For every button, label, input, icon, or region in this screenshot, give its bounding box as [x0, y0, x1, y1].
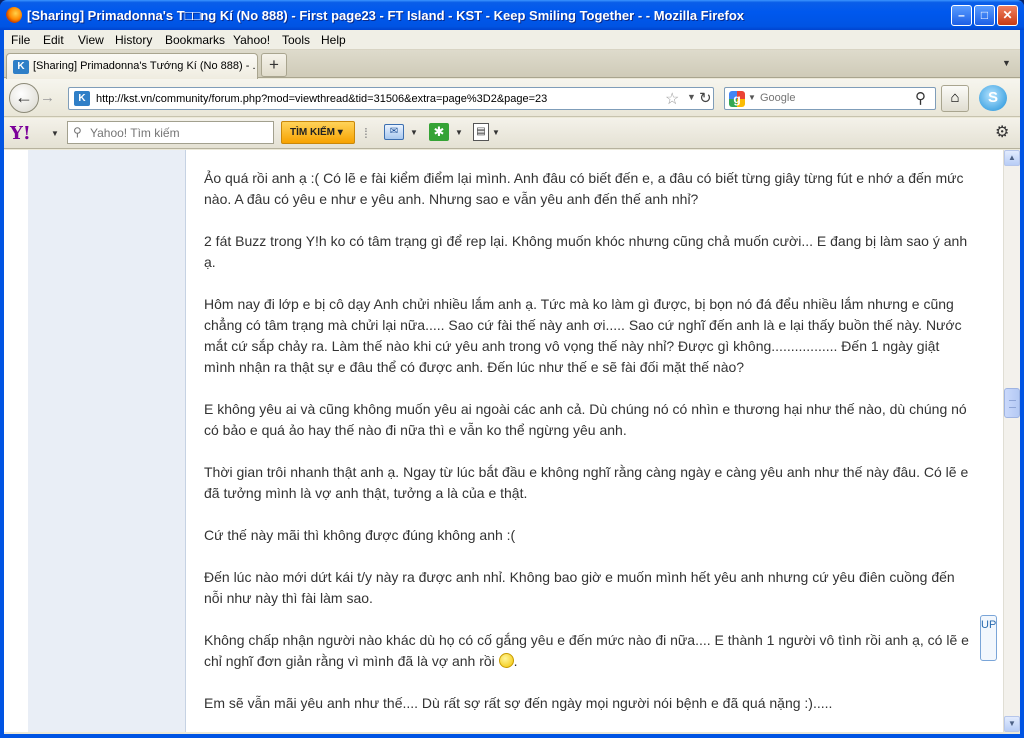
- new-tab-button[interactable]: +: [261, 53, 287, 77]
- mail-icon[interactable]: ✉: [384, 124, 404, 140]
- yahoo-logo[interactable]: Y!: [10, 123, 31, 144]
- maximize-button[interactable]: □: [974, 5, 995, 26]
- firefox-icon: [6, 7, 22, 23]
- minimize-button[interactable]: –: [951, 5, 972, 26]
- menu-history[interactable]: History: [115, 33, 152, 47]
- reload-icon[interactable]: ↻: [699, 89, 715, 107]
- smiley-icon: [498, 653, 514, 668]
- menu-help[interactable]: Help: [321, 33, 346, 47]
- url-history-dropdown-icon[interactable]: ▼: [687, 92, 696, 102]
- yahoo-search-button-label: TÌM KIẾM: [290, 127, 335, 138]
- menu-bookmarks[interactable]: Bookmarks: [165, 33, 225, 47]
- yahoo-menu-dropdown-icon[interactable]: ▼: [51, 129, 59, 138]
- scroll-up-arrow-icon[interactable]: ▲: [1004, 150, 1020, 166]
- scroll-to-top-button[interactable]: UP: [980, 615, 997, 661]
- search-icon: ⚲: [73, 125, 82, 139]
- window-title: [Sharing] Primadonna's T□□ng Kí (No 888)…: [27, 8, 745, 23]
- browser-window: [Sharing] Primadonna's T□□ng Kí (No 888)…: [0, 0, 1024, 738]
- title-bar: [Sharing] Primadonna's T□□ng Kí (No 888)…: [0, 0, 1024, 30]
- scrollbar-thumb[interactable]: [1004, 388, 1020, 418]
- post-paragraph: Cứ thế này mãi thì không được đúng không…: [204, 527, 516, 543]
- mail-dropdown-icon[interactable]: ▼: [410, 128, 418, 137]
- web-search-box[interactable]: g ▼ ⚲: [724, 87, 936, 110]
- skype-icon[interactable]: S: [979, 85, 1007, 111]
- post-paragraph: Em sẽ vẫn mãi yêu anh như thế.... Dù rất…: [204, 695, 833, 711]
- apps-icon[interactable]: ✱: [429, 123, 449, 141]
- scroll-down-arrow-icon[interactable]: ▼: [1004, 716, 1020, 732]
- post-paragraph-end: .: [513, 653, 518, 669]
- url-bar[interactable]: K ☆ ▼ ↻: [68, 87, 714, 110]
- forward-button[interactable]: →: [40, 89, 62, 107]
- close-button[interactable]: ✕: [997, 5, 1018, 26]
- post-paragraph: Đến lúc nào mới dứt kái t/y này ra được …: [204, 569, 955, 606]
- browser-frame: File Edit View History Bookmarks Yahoo! …: [4, 30, 1020, 734]
- google-engine-icon[interactable]: g: [729, 91, 745, 107]
- navigation-bar: ← → K ☆ ▼ ↻ g ▼ ⚲ ⌂ S: [4, 79, 1020, 117]
- bookmark-star-icon[interactable]: ☆: [665, 89, 679, 109]
- post-paragraph-text: Không chấp nhận người nào khác dù họ có …: [204, 632, 969, 669]
- post-body: Ảo quá rồi anh ạ :( Có lẽ e fài kiểm điể…: [204, 168, 974, 735]
- kst-favicon: K: [13, 60, 29, 74]
- site-favicon: K: [74, 91, 90, 106]
- gear-icon[interactable]: ⚙: [995, 122, 1009, 142]
- vertical-scrollbar[interactable]: ▲ ▼: [1003, 150, 1020, 732]
- apps-dropdown-icon[interactable]: ▼: [455, 128, 463, 137]
- post-paragraph-with-smiley: Không chấp nhận người nào khác dù họ có …: [204, 630, 974, 672]
- tab-active[interactable]: K [Sharing] Primadonna's Tướng Kí (No 88…: [6, 53, 258, 79]
- yahoo-search-button[interactable]: TÌM KIẾM ▾: [281, 121, 355, 144]
- tab-list-chevron-icon[interactable]: ▼: [1002, 58, 1011, 68]
- menu-yahoo[interactable]: Yahoo!: [233, 33, 270, 47]
- yahoo-search-box[interactable]: ⚲: [67, 121, 274, 144]
- post-paragraph: Hôm nay đi lớp e bị cô dạy Anh chửi nhiề…: [204, 296, 962, 375]
- document-icon[interactable]: ▤: [473, 123, 489, 141]
- post-author-column: [28, 150, 186, 732]
- post-paragraph: Ảo quá rồi anh ạ :( Có lẽ e fài kiểm điể…: [204, 170, 964, 207]
- post-paragraph: Thời gian trôi nhanh thật anh ạ. Ngay từ…: [204, 464, 969, 501]
- tab-label: [Sharing] Primadonna's Tướng Kí (No 888)…: [33, 60, 255, 72]
- post-paragraph: 2 fát Buzz trong Y!h ko có tâm trạng gì …: [204, 233, 968, 270]
- menu-view[interactable]: View: [78, 33, 104, 47]
- menu-edit[interactable]: Edit: [43, 33, 64, 47]
- engine-dropdown-icon[interactable]: ▼: [748, 93, 756, 102]
- post-paragraph: E không yêu ai và cũng không muốn yêu ai…: [204, 401, 967, 438]
- menu-tools[interactable]: Tools: [282, 33, 310, 47]
- tab-strip: K [Sharing] Primadonna's Tướng Kí (No 88…: [4, 50, 1020, 79]
- yahoo-search-input[interactable]: [90, 126, 270, 140]
- document-dropdown-icon[interactable]: ▼: [492, 128, 500, 137]
- page-content: Ảo quá rồi anh ạ :( Có lẽ e fài kiểm điể…: [4, 150, 1020, 732]
- toolbar-grip-icon: ⁞: [364, 125, 368, 141]
- home-button[interactable]: ⌂: [941, 85, 969, 112]
- web-search-input[interactable]: [760, 92, 905, 104]
- yahoo-toolbar: Y! ▼ ⚲ TÌM KIẾM ▾ ⁞ ✉ ▼ ✱ ▼ ▤ ▼ ⚙: [4, 118, 1020, 149]
- menu-file[interactable]: File: [11, 33, 30, 47]
- url-input[interactable]: [96, 91, 656, 107]
- search-icon[interactable]: ⚲: [915, 89, 926, 107]
- back-button[interactable]: ←: [9, 83, 39, 113]
- menu-bar: File Edit View History Bookmarks Yahoo! …: [4, 30, 1020, 50]
